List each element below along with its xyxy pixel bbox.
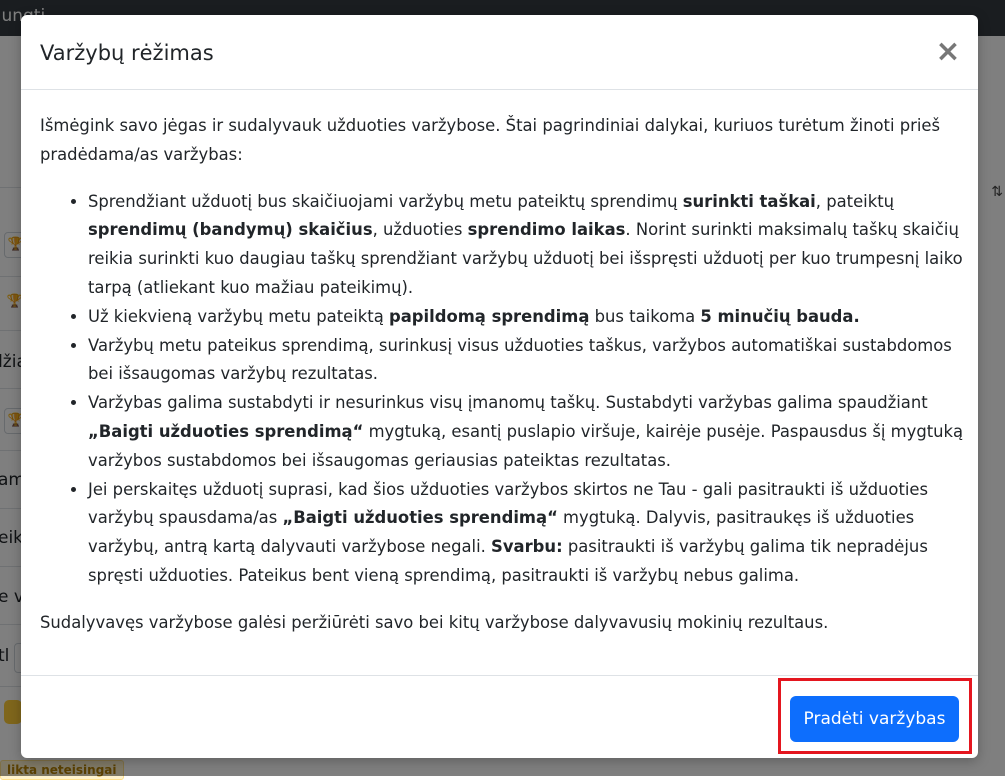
rule-item: Už kiekvieną varžybų metu pateiktą papil… xyxy=(88,303,965,332)
rule-text: Sprendžiant užduotį bus skaičiuojami var… xyxy=(88,191,683,211)
rule-bold: 5 minučių bauda. xyxy=(700,306,860,326)
close-icon[interactable]: × xyxy=(932,36,964,68)
start-contest-button[interactable]: Pradėti varžybas xyxy=(790,696,959,742)
intro-text: Išmėgink savo jėgas ir sudalyvauk užduot… xyxy=(40,116,941,164)
rule-bold: „Baigti užduoties sprendimą“ xyxy=(282,508,558,528)
rule-bold: Svarbu: xyxy=(491,537,563,557)
rule-text: Varžybų metu pateikus sprendimą, surinku… xyxy=(88,335,952,384)
rule-item: Jei perskaitęs užduotį suprasi, kad šios… xyxy=(88,476,965,591)
modal-footer: Pradėti varžybas xyxy=(21,675,978,758)
rule-bold: papildomą sprendimą xyxy=(388,306,590,326)
rule-text: , užduoties xyxy=(372,220,468,240)
rules-list: Sprendžiant užduotį bus skaičiuojami var… xyxy=(40,188,965,591)
rule-text: , pateiktų xyxy=(815,191,895,211)
modal-body: Išmėgink savo jėgas ir sudalyvauk užduot… xyxy=(40,112,965,638)
rule-text: bus taikoma xyxy=(589,306,701,326)
rule-bold: surinkti taškai xyxy=(682,191,816,211)
rule-text: Varžybas galima sustabdyti ir nesurinkus… xyxy=(88,393,928,413)
rule-item: Varžybas galima sustabdyti ir nesurinkus… xyxy=(88,389,965,475)
contest-mode-modal: Varžybų rėžimas × Išmėgink savo jėgas ir… xyxy=(21,15,978,758)
rule-item: Sprendžiant užduotį bus skaičiuojami var… xyxy=(88,188,965,303)
rule-bold: „Baigti užduoties sprendimą“ xyxy=(88,421,364,441)
rule-bold: sprendimų (bandymų) skaičius xyxy=(88,220,373,240)
rule-item: Varžybų metu pateikus sprendimą, surinku… xyxy=(88,332,965,390)
rule-bold: sprendimo laikas xyxy=(467,220,626,240)
modal-header: Varžybų rėžimas × xyxy=(21,15,978,90)
closing-text: Sudalyvavęs varžybose galėsi peržiūrėti … xyxy=(40,612,829,632)
modal-title: Varžybų rėžimas xyxy=(40,41,214,65)
rule-text: Už kiekvieną varžybų metu pateiktą xyxy=(88,306,389,326)
